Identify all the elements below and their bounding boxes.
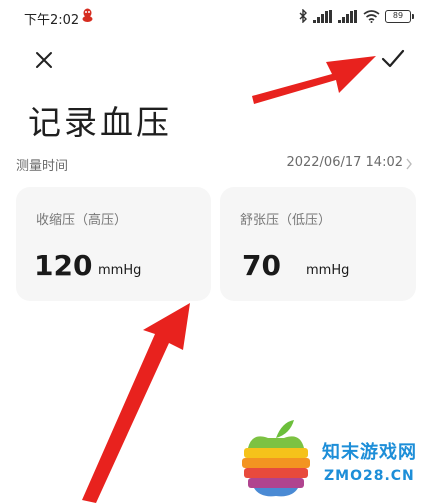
diastolic-label: 舒张压（低压） — [240, 213, 332, 228]
status-icons: 89 — [299, 8, 414, 24]
systolic-label: 收缩压（高压） — [36, 213, 128, 228]
watermark-url: ZMO28.CN — [324, 468, 415, 484]
chevron-right-icon[interactable] — [405, 158, 413, 170]
signal-icon-2 — [338, 9, 357, 23]
signal-icon — [313, 9, 332, 23]
systolic-value[interactable]: 120 — [34, 249, 92, 282]
status-bar: 下午2:02 89 — [0, 0, 441, 34]
measure-time-label: 测量时间 — [16, 159, 69, 174]
watermark-text: 知末游戏网 — [322, 442, 417, 463]
wifi-icon — [363, 9, 380, 23]
battery-icon: 89 — [385, 9, 414, 23]
close-icon[interactable] — [32, 48, 56, 72]
page-title: 记录血压 — [28, 103, 172, 142]
arrow-to-cards — [82, 303, 190, 503]
diastolic-value[interactable]: 70 — [242, 249, 281, 282]
watermark-logo-icon — [242, 420, 310, 497]
status-time: 下午2:02 — [24, 13, 80, 28]
notification-icon — [82, 8, 93, 22]
checkmark-icon[interactable] — [379, 46, 407, 72]
arrow-to-confirm — [252, 56, 376, 104]
bluetooth-icon — [299, 9, 307, 23]
systolic-unit: mmHg — [98, 263, 142, 278]
diastolic-unit: mmHg — [306, 263, 350, 278]
systolic-card[interactable]: 收缩压（高压） 120 mmHg — [16, 187, 211, 301]
diastolic-card[interactable]: 舒张压（低压） 70 mmHg — [220, 187, 416, 301]
measure-time-value[interactable]: 2022/06/17 14:02 — [286, 155, 403, 170]
